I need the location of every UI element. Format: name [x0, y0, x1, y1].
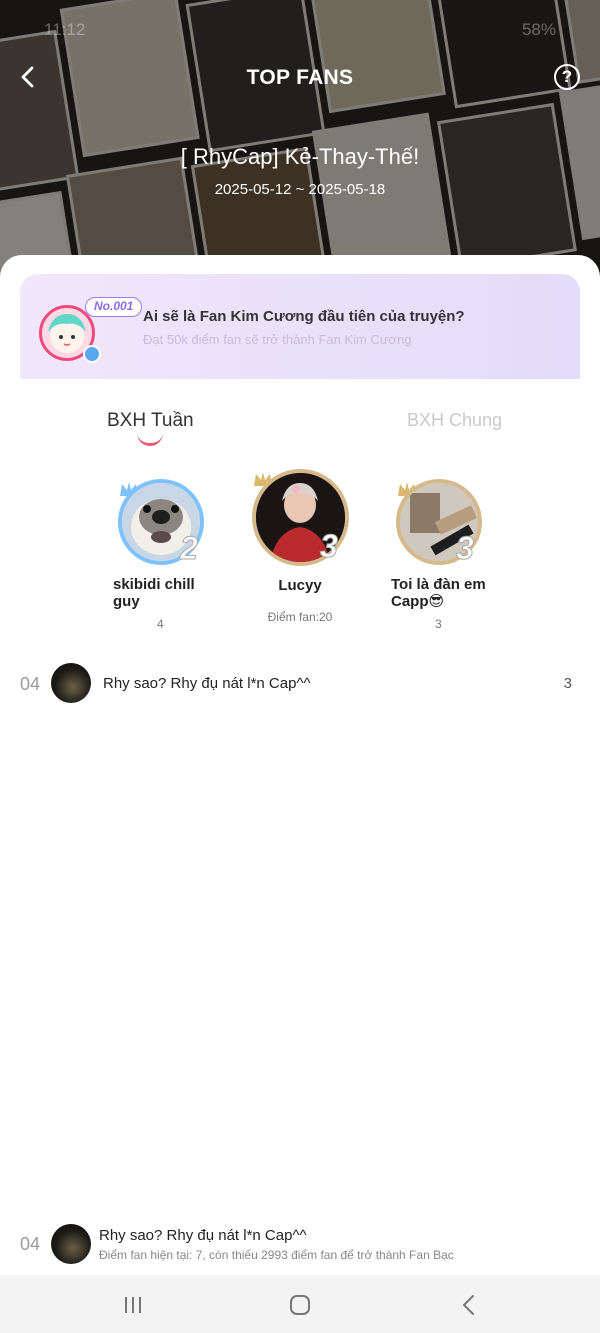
story-title: [ RhyCap] Kẻ-Thay-Thế!: [180, 144, 420, 169]
rank-badge: No.001: [85, 297, 143, 317]
rank-number: 2: [180, 530, 199, 567]
recent-apps-button[interactable]: [120, 1292, 146, 1318]
banner-subtitle: Đạt 50k điểm fan sẽ trở thành Fan Kim Cư…: [143, 332, 412, 347]
date-range: 2025-05-12 ~ 2025-05-18: [214, 181, 386, 198]
banner-title: Ai sẽ là Fan Kim Cương đầu tiên của truy…: [143, 308, 465, 325]
list-item[interactable]: 04 Rhy sao? Rhy đụ nát l*n Cap^^ 3: [0, 662, 600, 706]
diamond-fan-banner[interactable]: No.001 Ai sẽ là Fan Kim Cương đầu tiên c…: [20, 274, 580, 379]
row-score: 3: [563, 675, 572, 692]
my-avatar: [51, 1224, 91, 1264]
page-title: TOP FANS: [246, 66, 354, 89]
fan-name: Lucyy: [278, 577, 322, 594]
tab-weekly-ranking[interactable]: BXH Tuần: [107, 410, 194, 432]
status-bar: 11:12 58%: [0, 18, 600, 42]
recent-apps-icon: [125, 1297, 141, 1313]
my-rank: 04: [20, 1234, 41, 1254]
status-time: 11:12: [44, 20, 86, 39]
rank-number: 3: [320, 528, 339, 565]
system-back-button[interactable]: [456, 1292, 482, 1318]
fan-score: 4: [157, 617, 164, 631]
diamond-icon: [83, 345, 101, 363]
fan-score: Điểm fan:20: [267, 610, 333, 624]
fan-name: Toi là đàn em Capp😎: [391, 576, 486, 610]
row-name: Rhy sao? Rhy đụ nát l*n Cap^^: [103, 675, 311, 692]
rank-number: 3: [456, 530, 475, 567]
back-arrow-icon: [462, 1295, 474, 1315]
tab-overall-ranking[interactable]: BXH Chung: [407, 410, 502, 431]
system-nav-bar: [0, 1275, 600, 1333]
content-sheet: [0, 255, 600, 1275]
header-banner: 11:12 58% TOP FANS ? [ RhyCap] Kẻ-Thay-T…: [0, 0, 600, 290]
question-icon: ?: [561, 67, 573, 86]
home-icon: [290, 1295, 310, 1315]
battery-level: 58%: [521, 20, 556, 39]
my-rank-row[interactable]: 04 Rhy sao? Rhy đụ nát l*n Cap^^ Điểm fa…: [0, 1218, 600, 1274]
home-button[interactable]: [287, 1292, 313, 1318]
row-rank: 04: [20, 674, 41, 694]
fan-score: 3: [435, 617, 442, 631]
fan-name: skibidi chill guy: [113, 576, 195, 610]
help-button[interactable]: ?: [554, 64, 580, 90]
my-name: Rhy sao? Rhy đụ nát l*n Cap^^: [99, 1227, 307, 1244]
my-fan-status: Điểm fan hiện tại: 7, còn thiếu 2993 điể…: [99, 1248, 454, 1262]
row-avatar: [51, 663, 91, 703]
